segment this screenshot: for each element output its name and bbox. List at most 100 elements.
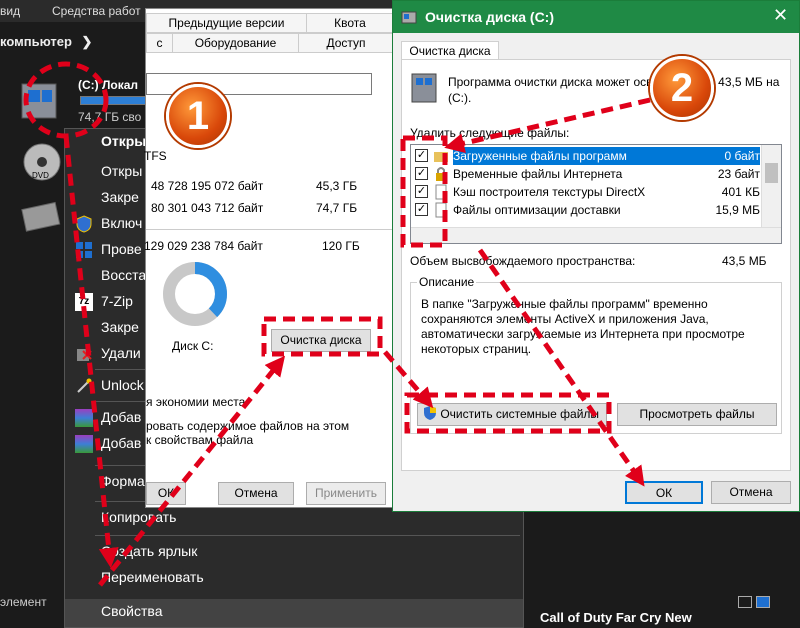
list-item[interactable]: ✓ Кэш построителя текстуры DirectX 401 К… xyxy=(415,183,760,201)
properties-window: Предыдущие версии Квота с Оборудование Д… xyxy=(144,8,395,508)
shield-icon xyxy=(76,215,92,233)
file-size: 15,9 МБ xyxy=(715,203,760,217)
disk-cleanup-icon xyxy=(401,11,417,24)
properties-tabs: Предыдущие версии Квота xyxy=(146,13,394,33)
tiles-view-icon[interactable] xyxy=(756,596,770,608)
chevron-right-icon: ❯ xyxy=(81,34,93,49)
drive-label: (C:) Локал xyxy=(78,78,139,92)
cleanup-panel: Программа очистки диска может освободить… xyxy=(401,59,791,471)
address-bar[interactable]: компьютер ❯ xyxy=(0,34,92,50)
intro-text: Программа очистки диска может освободить… xyxy=(448,75,780,105)
list-item[interactable]: ✓ Временные файлы Интернета 23 байт xyxy=(415,165,760,183)
space-value: 43,5 МБ xyxy=(722,254,767,268)
menu-item-7zip[interactable]: 7-Zip xyxy=(101,293,133,309)
dvd-drive-icon: DVD xyxy=(23,143,61,181)
horizontal-scrollbar[interactable] xyxy=(411,227,781,243)
filesystem-value: TFS xyxy=(144,149,167,163)
delete-files-label: Удалить следующие файлы: xyxy=(410,126,570,140)
details-view-icon[interactable] xyxy=(738,596,752,608)
properties-ok-button[interactable]: ОК xyxy=(146,482,186,505)
tab-general[interactable]: с xyxy=(146,33,173,53)
file-icon xyxy=(435,202,447,218)
title-bar: Очистка диска (C:) ✕ xyxy=(393,1,799,33)
tab-sharing[interactable]: Доступ xyxy=(298,33,394,53)
file-name: Файлы оптимизации доставки xyxy=(453,203,621,217)
address-text: компьютер xyxy=(0,34,72,49)
checkbox[interactable]: ✓ xyxy=(415,185,428,198)
checkbox[interactable]: ✓ xyxy=(415,203,428,216)
archive-icon xyxy=(75,435,93,453)
menu-item-create-shortcut[interactable]: Создать ярлык xyxy=(101,543,197,559)
properties-apply-button[interactable]: Применить xyxy=(306,482,386,505)
uac-shield-icon xyxy=(424,406,436,420)
list-item[interactable]: ✓ Файлы оптимизации доставки 15,9 МБ xyxy=(415,201,760,219)
menu-item-format[interactable]: Форма xyxy=(101,473,145,489)
description-title: Описание xyxy=(417,275,477,289)
used-gb: 45,3 ГБ xyxy=(316,179,358,193)
menu-item-open-bold[interactable]: Откры xyxy=(101,133,146,149)
status-bar-text: элемент xyxy=(0,595,47,609)
menu-item-bitlocker[interactable]: Включ xyxy=(101,215,142,231)
tab-previous-versions[interactable]: Предыдущие версии xyxy=(146,13,307,33)
disk-label: Диск С: xyxy=(172,339,214,353)
menu-item-scan[interactable]: Прове xyxy=(101,241,142,257)
ribbon-tab-tools[interactable]: Средства работ xyxy=(52,4,141,18)
menu-item-unlocker[interactable]: Unlock xyxy=(101,377,144,393)
games-text: Call of Duty Far Cry New xyxy=(540,610,692,625)
checkbox[interactable]: ✓ xyxy=(415,167,428,180)
menu-item-add-archive[interactable]: Добав xyxy=(101,409,141,425)
menu-item-delete[interactable]: Удали xyxy=(101,345,141,361)
index-checkbox-label-2: к свойствам файла xyxy=(146,433,254,447)
disk-usage-donut xyxy=(163,262,227,326)
defender-icon xyxy=(76,242,92,258)
properties-cancel-button[interactable]: Отмена xyxy=(218,482,294,505)
window-title: Очистка диска (C:) xyxy=(425,9,555,25)
files-list[interactable]: ✓ Загруженные файлы программ 0 байт ✓ Вр… xyxy=(410,144,782,244)
vertical-scrollbar[interactable] xyxy=(761,145,781,227)
total-gb: 120 ГБ xyxy=(322,239,360,253)
cleanup-cancel-button[interactable]: Отмена xyxy=(711,481,791,504)
step-1-badge: 1 xyxy=(166,84,230,148)
total-bytes: 129 029 238 784 байт xyxy=(144,239,263,253)
delete-icon xyxy=(77,349,92,361)
disk-cleanup-button[interactable]: Очистка диска xyxy=(271,329,371,352)
file-size: 0 байт xyxy=(724,149,760,163)
clean-system-files-button[interactable]: Очистить системные файлы xyxy=(417,403,607,426)
tab-hardware[interactable]: Оборудование xyxy=(172,33,299,53)
list-item[interactable]: ✓ Загруженные файлы программ 0 байт xyxy=(415,147,760,165)
ribbon-tab-view[interactable]: вид xyxy=(0,4,20,18)
file-size: 23 байт xyxy=(717,167,760,181)
index-checkbox-label: ровать содержимое файлов на этом xyxy=(146,419,350,433)
cleanup-ok-button[interactable]: ОК xyxy=(625,481,703,504)
drive-icon xyxy=(21,83,57,119)
menu-item-properties[interactable]: Свойства xyxy=(65,599,523,627)
checkbox[interactable]: ✓ xyxy=(415,149,428,162)
menu-item-open-new[interactable]: Откры xyxy=(101,163,142,179)
file-size: 401 КБ xyxy=(721,185,760,199)
network-drive-icon xyxy=(21,201,61,232)
menu-item-add-archive-2[interactable]: Добав xyxy=(101,435,141,451)
properties-tabs-row2: с Оборудование Доступ xyxy=(146,33,394,53)
view-files-button[interactable]: Просмотреть файлы xyxy=(617,403,777,426)
wand-icon xyxy=(77,378,92,393)
menu-item-pin[interactable]: Закре xyxy=(101,189,139,205)
menu-item-restore[interactable]: Восста xyxy=(101,267,146,283)
svg-text:DVD: DVD xyxy=(32,171,49,180)
menu-item-pin-start[interactable]: Закре xyxy=(101,319,139,335)
space-label: Объем высвобождаемого пространства: xyxy=(410,254,636,268)
7zip-icon: 7z xyxy=(75,293,93,311)
menu-item-properties-label: Свойства xyxy=(101,603,163,619)
close-icon[interactable]: ✕ xyxy=(773,5,788,26)
menu-item-rename[interactable]: Переименовать xyxy=(101,569,204,585)
drive-icon xyxy=(411,73,437,103)
menu-item-copy[interactable]: Копировать xyxy=(101,509,176,525)
file-name: Временные файлы Интернета xyxy=(453,167,623,181)
used-bytes: 48 728 195 072 байт xyxy=(151,179,264,193)
drive-free-text: 74,7 ГБ сво xyxy=(78,110,142,124)
compress-checkbox-label: я экономии места xyxy=(146,395,246,409)
tab-quota[interactable]: Квота xyxy=(306,13,394,33)
description-group: Описание В папке "Загруженные файлы прог… xyxy=(410,275,782,434)
tab-disk-cleanup[interactable]: Очистка диска xyxy=(401,41,499,61)
file-icon xyxy=(435,184,447,200)
folder-icon xyxy=(434,152,448,162)
